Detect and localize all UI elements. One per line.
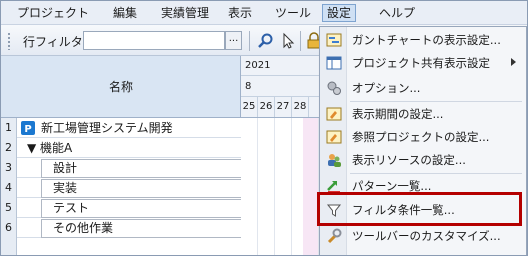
row-name[interactable]: テスト <box>53 198 89 218</box>
gantt-day: 27 <box>275 97 292 117</box>
menu-actuals[interactable]: 実績管理 <box>157 4 213 22</box>
menu-view[interactable]: 表示 <box>224 4 256 22</box>
row-filter-input[interactable] <box>83 31 225 50</box>
column-header-name[interactable]: 名称 <box>1 56 241 118</box>
menu-item-label: オプション... <box>352 81 421 95</box>
app-window: プロジェクト 編集 実績管理 表示 ツール 設定 ヘルプ 行フィルタ ... 名… <box>0 0 528 256</box>
gantt-column <box>258 118 275 255</box>
menu-item-project-shared-view[interactable]: プロジェクト共有表示設定 <box>320 52 526 75</box>
row-filter-browse-button[interactable]: ... <box>225 31 242 50</box>
project-badge-icon: P <box>21 121 35 135</box>
menu-item-label: プロジェクト共有表示設定 <box>352 56 490 70</box>
svg-text:P: P <box>24 124 31 135</box>
menu-item-display-resources[interactable]: 表示リソースの設定... <box>320 149 526 172</box>
menu-separator <box>350 173 522 174</box>
row-filter-label: 行フィルタ <box>23 35 83 49</box>
toolbar-grip[interactable] <box>7 32 11 50</box>
search-icon[interactable] <box>257 32 275 50</box>
gantt-day: 25 <box>241 97 258 117</box>
toolbar-separator <box>300 31 301 51</box>
period-settings-icon <box>326 107 342 121</box>
options-gear-icon <box>327 81 341 95</box>
menu-item-label: ツールバーのカスタマイズ... <box>352 229 501 243</box>
row-name[interactable]: 設計 <box>53 158 77 178</box>
menu-item-gantt-display-settings[interactable]: ガントチャートの表示設定... <box>320 29 526 52</box>
gantt-day: 28 <box>292 97 309 117</box>
highlight-box <box>317 192 522 226</box>
menu-item-label: ガントチャートの表示設定... <box>352 33 501 47</box>
row-number: 3 <box>1 158 17 178</box>
menu-edit[interactable]: 編集 <box>109 4 141 22</box>
submenu-arrow-icon <box>511 58 516 66</box>
table-row[interactable]: 2 ▼ 機能A <box>1 138 241 158</box>
table-row[interactable]: 5 テスト <box>1 198 241 218</box>
gantt-column <box>275 118 292 255</box>
wrench-icon <box>327 228 342 244</box>
row-name[interactable]: ▼ 機能A <box>27 138 72 158</box>
gantt-settings-icon <box>326 33 342 47</box>
menu-tools[interactable]: ツール <box>271 4 315 22</box>
menu-item-reference-project[interactable]: 参照プロジェクトの設定... <box>320 126 526 149</box>
menu-project[interactable]: プロジェクト <box>13 4 93 22</box>
cursor-icon[interactable] <box>279 32 297 50</box>
toolbar-separator <box>249 31 250 51</box>
resource-settings-icon <box>328 154 341 167</box>
menu-item-customize-toolbar[interactable]: ツールバーのカスタマイズ... <box>320 225 526 248</box>
menu-help[interactable]: ヘルプ <box>375 4 419 22</box>
menu-item-display-period[interactable]: 表示期間の設定... <box>320 103 526 126</box>
row-name[interactable]: その他作業 <box>53 218 113 238</box>
menu-separator <box>350 101 522 102</box>
table-row[interactable]: 4 実装 <box>1 178 241 198</box>
reference-project-icon <box>326 130 342 144</box>
row-number: 6 <box>1 218 17 238</box>
grid-header: 名称 <box>1 56 241 118</box>
menu-settings[interactable]: 設定 <box>322 4 357 22</box>
row-number: 4 <box>1 178 17 198</box>
menu-item-label: 表示期間の設定... <box>352 107 444 121</box>
gantt-weekend-column <box>303 118 319 255</box>
menu-item-options[interactable]: オプション... <box>320 77 526 100</box>
gantt-column <box>241 118 258 255</box>
menu-item-label: 参照プロジェクトの設定... <box>352 130 490 144</box>
row-name[interactable]: 新工場管理システム開発 <box>41 118 173 138</box>
gantt-day: 26 <box>258 97 275 117</box>
menu-bar: プロジェクト 編集 実績管理 表示 ツール 設定 ヘルプ <box>1 1 527 25</box>
row-number: 5 <box>1 198 17 218</box>
row-number: 1 <box>1 118 17 138</box>
row-number-gutter <box>1 238 17 255</box>
row-number: 2 <box>1 138 17 158</box>
table-row[interactable]: 1 P 新工場管理システム開発 <box>1 118 241 138</box>
table-row[interactable]: 6 その他作業 <box>1 218 241 238</box>
menu-item-label: 表示リソースの設定... <box>352 153 466 167</box>
shared-view-icon <box>326 56 342 70</box>
table-row[interactable]: 3 設計 <box>1 158 241 178</box>
row-name[interactable]: 実装 <box>53 178 77 198</box>
